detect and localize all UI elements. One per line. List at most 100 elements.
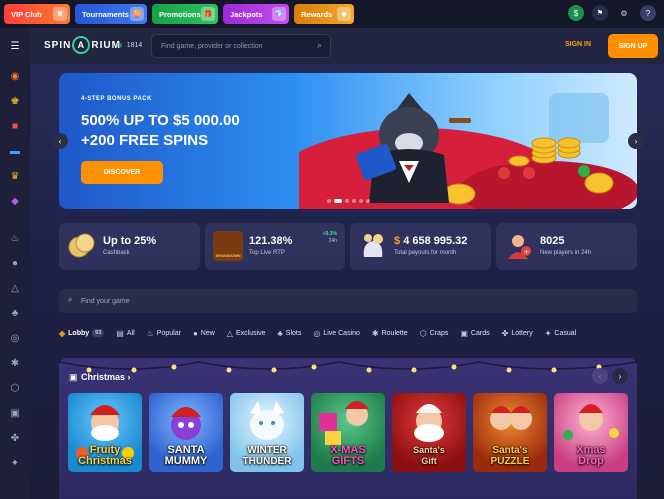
tournaments-label: Tournaments <box>82 9 129 19</box>
trophy-icon: 🏆 <box>130 7 144 21</box>
carousel-dot[interactable] <box>366 199 370 203</box>
lottery-icon: ✤ <box>501 328 509 338</box>
sign-up-button[interactable]: SIGN UP <box>608 34 658 58</box>
tab-casual[interactable]: ✦ Casual <box>545 329 577 338</box>
tab-roulette[interactable]: ✱ Roulette <box>372 329 408 338</box>
sign-in-button[interactable]: SIGN IN <box>565 41 591 48</box>
cherries-icon[interactable]: ♣ <box>0 301 30 326</box>
search-icon: ⌕ <box>316 40 322 50</box>
tournaments-button[interactable]: Tournaments 4 🏆 <box>75 4 147 24</box>
top-header: SPIN A RIUM ≋ 1814 Find game, provider o… <box>30 28 664 64</box>
promo-banner[interactable]: 4-STEP BONUS PACK 500% UP TO $5 000.00 +… <box>59 73 637 209</box>
live-icon[interactable]: ◎ <box>0 326 30 351</box>
rewards-button[interactable]: Rewards ◆ <box>294 4 354 24</box>
game-tile[interactable]: Xmas Drop <box>554 393 628 472</box>
cards-icon[interactable]: ▣ <box>0 401 30 426</box>
discover-button[interactable]: DISCOVER <box>81 161 163 184</box>
section-prev-button[interactable]: ‹ <box>592 368 608 384</box>
menu-collapse-icon[interactable]: ☰ <box>0 28 30 64</box>
carousel-dot[interactable] <box>352 199 356 203</box>
pyramid-icon[interactable]: △ <box>0 276 30 301</box>
gift-icon: 🎁 <box>201 7 215 21</box>
tab-lobby[interactable]: ◈ Lobby 93 <box>59 328 105 338</box>
stat-value: 8025 <box>540 235 565 247</box>
dollar-icon[interactable]: $ <box>568 5 584 21</box>
tab-popular[interactable]: ♨ Popular <box>147 329 181 338</box>
promotions-button[interactable]: Promotions 🎁 <box>152 4 218 24</box>
game-tile[interactable]: SANTA MUMMY <box>149 393 223 472</box>
game-title: X-MAS GIFTS <box>311 445 385 467</box>
casual-icon: ✦ <box>544 328 552 338</box>
chevron-right-icon: › <box>127 372 131 382</box>
stat-new-players[interactable]: + 8025 New players in 24h <box>496 223 637 270</box>
tab-label: Cards <box>470 329 490 337</box>
tab-all[interactable]: ▤ All <box>116 329 134 338</box>
carousel-dot[interactable] <box>327 199 331 203</box>
tab-craps[interactable]: ⬡ Craps <box>420 329 449 338</box>
game-tile[interactable]: Santa's Gift <box>392 393 466 472</box>
stat-top-rtp[interactable]: SHOWDOWN 121.38% Top Live RTP +9.3% 24h <box>205 223 345 270</box>
section-next-button[interactable]: › <box>612 368 628 384</box>
tab-label: Casual <box>554 329 577 337</box>
banner-next-arrow[interactable]: › <box>628 133 644 149</box>
chat-icon[interactable]: ● <box>0 251 30 276</box>
gift-icon[interactable]: ■ <box>0 114 30 139</box>
clover-icon[interactable]: ✤ <box>0 426 30 451</box>
stat-label: Top Live RTP <box>249 250 285 256</box>
dice-icon[interactable]: ⬡ <box>0 376 30 401</box>
game-tile[interactable]: Fruity Christmas <box>68 393 142 472</box>
section-title[interactable]: Christmas › <box>81 372 131 382</box>
game-title: Fruity Christmas <box>68 445 142 467</box>
banner-title-line2: +200 FREE SPINS <box>81 132 209 149</box>
fire-icon[interactable]: ♨ <box>0 226 30 251</box>
stat-cashback[interactable]: Up to 25% Cashback <box>59 223 200 270</box>
coins-icon <box>68 233 95 258</box>
stat-payouts[interactable]: $ 4 658 995.32 Total payouts for month <box>350 223 491 270</box>
lobby-icon: ◈ <box>59 328 66 338</box>
site-logo[interactable]: SPIN A RIUM <box>44 36 121 54</box>
promo-bar: VIP Club ♛ Tournaments 4 🏆 Promotions 🎁 … <box>0 0 664 28</box>
trophy-icon[interactable]: ♚ <box>0 89 30 114</box>
spin-wheel-icon[interactable]: ◉ <box>0 64 30 89</box>
carousel-dot-active[interactable] <box>334 199 342 203</box>
banner-prev-arrow[interactable]: ‹ <box>52 133 68 149</box>
tab-label: Lobby <box>68 329 90 337</box>
exclusive-icon: △ <box>226 328 233 338</box>
stat-label: Total payouts for month <box>394 250 457 256</box>
crown-icon[interactable]: ♛ <box>0 164 30 189</box>
christmas-title: Christmas <box>81 372 126 382</box>
game-tile[interactable]: Santa's PUZZLE <box>473 393 547 472</box>
game-title-line2: PUZZLE <box>490 456 530 467</box>
ticket-icon[interactable]: ▬ <box>0 139 30 164</box>
gem-icon[interactable]: ◆ <box>0 189 30 214</box>
tab-slots[interactable]: ♣ Slots <box>278 329 302 338</box>
game-tile[interactable]: X-MAS GIFTS <box>311 393 385 472</box>
flag-icon[interactable]: ⚑ <box>592 5 608 21</box>
payout-bag-icon <box>363 234 383 257</box>
game-tile[interactable]: WINTER THUNDER <box>230 393 304 472</box>
game-search-input[interactable]: ⌕ Find your game <box>59 289 637 313</box>
jackpots-button[interactable]: Jackpots 💎 <box>223 4 289 24</box>
tab-live-casino[interactable]: ◎ Live Casino <box>313 329 360 338</box>
roulette-icon[interactable]: ✱ <box>0 351 30 376</box>
search-input[interactable]: Find game, provider or collection ⌕ <box>151 34 331 58</box>
currency-symbol: $ <box>394 235 401 247</box>
carousel-dot[interactable] <box>345 199 349 203</box>
all-icon: ▤ <box>116 328 124 338</box>
roulette-icon: ✱ <box>371 328 379 338</box>
vip-club-label: VIP Club <box>11 9 42 19</box>
game-title: Santa's Gift <box>392 445 466 467</box>
game-title-line2: THUNDER <box>242 456 292 467</box>
tab-label: Roulette <box>381 329 408 337</box>
carousel-dot[interactable] <box>359 199 363 203</box>
delta-value: +9.3% <box>322 231 337 237</box>
tab-new[interactable]: ● New <box>193 329 215 338</box>
gem-icon: 💎 <box>272 7 286 21</box>
vip-club-button[interactable]: VIP Club ♛ <box>4 4 70 24</box>
gear-icon[interactable]: ⚙ <box>616 5 632 21</box>
lottery-icon[interactable]: ✦ <box>0 451 30 476</box>
help-icon[interactable]: ? <box>640 5 656 21</box>
tab-lottery[interactable]: ✤ Lottery <box>502 329 533 338</box>
tab-cards[interactable]: ▣ Cards <box>460 329 489 338</box>
tab-exclusive[interactable]: △ Exclusive <box>227 329 266 338</box>
